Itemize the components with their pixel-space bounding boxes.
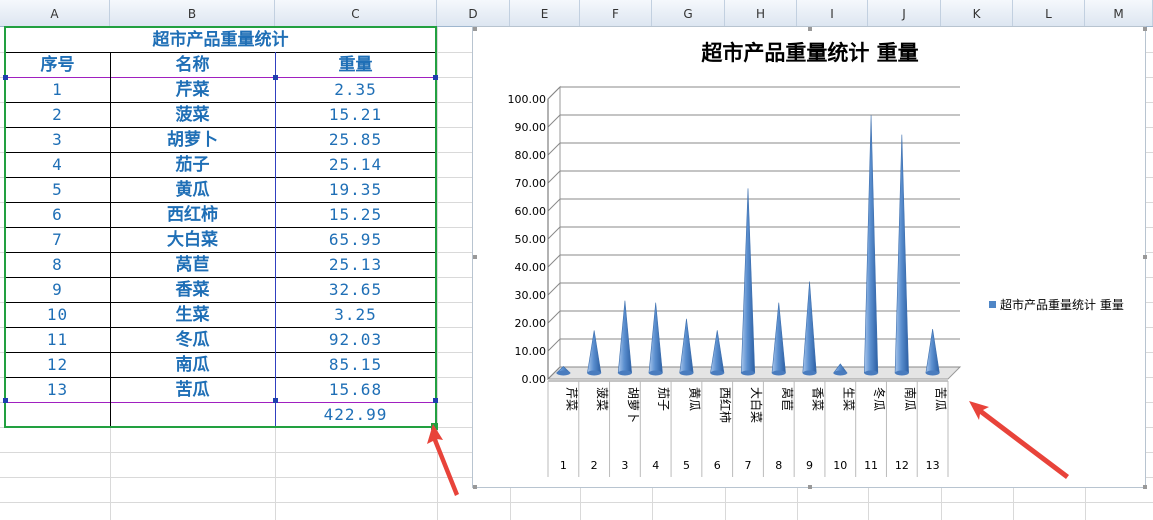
y-tick-label: 80.00 xyxy=(515,149,547,162)
y-tick-label: 30.00 xyxy=(515,289,547,302)
category-label: 南瓜 xyxy=(903,387,918,411)
cone-bar[interactable] xyxy=(802,281,817,374)
category-number: 1 xyxy=(560,459,567,472)
chart-resize-handle[interactable] xyxy=(1143,485,1147,489)
category-number: 6 xyxy=(714,459,721,472)
category-label: 香菜 xyxy=(811,387,825,411)
selection-handle xyxy=(433,398,438,403)
selection-handle xyxy=(273,398,278,403)
category-number: 9 xyxy=(806,459,813,472)
column-header-k[interactable]: K xyxy=(941,0,1013,26)
category-label: 茄子 xyxy=(657,387,671,411)
cone-bar[interactable] xyxy=(740,188,756,374)
category-label: 生菜 xyxy=(841,387,855,411)
chart-resize-handle[interactable] xyxy=(808,485,812,489)
column-header-g[interactable]: G xyxy=(652,0,725,26)
column-header-h[interactable]: H xyxy=(725,0,797,26)
cone-base xyxy=(833,370,848,376)
chart-resize-handle[interactable] xyxy=(473,255,477,259)
category-number: 5 xyxy=(683,459,690,472)
cone-bar[interactable] xyxy=(894,134,909,374)
cone-base xyxy=(710,370,724,376)
category-number: 7 xyxy=(745,459,752,472)
category-label: 黄瓜 xyxy=(687,387,701,411)
cone-base xyxy=(679,370,694,376)
column-header-c[interactable]: C xyxy=(275,0,437,26)
cone-base xyxy=(618,370,632,376)
column-header-e[interactable]: E xyxy=(510,0,580,26)
y-tick-label: 70.00 xyxy=(515,177,547,190)
category-number: 11 xyxy=(864,459,878,472)
cone-bar[interactable] xyxy=(925,329,940,374)
category-number: 4 xyxy=(652,459,659,472)
cone-bar[interactable] xyxy=(648,302,663,374)
column-header-a[interactable]: A xyxy=(0,0,110,26)
y-tick-label: 90.00 xyxy=(515,121,547,134)
category-label: 胡萝卜 xyxy=(626,387,640,423)
category-number: 8 xyxy=(775,459,782,472)
column-header-bar: ABCDEFGHIJKLM xyxy=(0,0,1153,27)
cone-base xyxy=(802,370,817,376)
legend-label[interactable]: 超市产品重量统计 重量 xyxy=(1000,297,1124,312)
category-label: 芹菜 xyxy=(564,387,578,411)
chart-resize-handle[interactable] xyxy=(808,27,812,31)
column-header-l[interactable]: L xyxy=(1013,0,1085,26)
category-label: 苦瓜 xyxy=(934,387,948,411)
cone-base xyxy=(925,370,940,376)
category-number: 10 xyxy=(833,459,847,472)
chart-resize-handle[interactable] xyxy=(1143,27,1147,31)
category-label: 大白菜 xyxy=(749,387,764,423)
y-tick-label: 50.00 xyxy=(515,233,547,246)
category-label: 冬瓜 xyxy=(872,387,887,411)
column-header-m[interactable]: M xyxy=(1085,0,1153,26)
cone-base xyxy=(741,370,755,376)
cone-bar[interactable] xyxy=(710,330,725,374)
y-tick-label: 100.00 xyxy=(508,93,547,106)
chart-resize-handle[interactable] xyxy=(473,485,477,489)
cone-base xyxy=(556,370,571,376)
cone-bar[interactable] xyxy=(679,318,694,374)
category-label: 莴苣 xyxy=(780,387,794,411)
selection-handle xyxy=(3,398,8,403)
y-tick-label: 0.00 xyxy=(522,373,547,386)
arrow-annotation-right xyxy=(969,401,1069,479)
cone-base xyxy=(772,370,786,376)
chart-resize-handle[interactable] xyxy=(473,27,477,31)
column-header-j[interactable]: J xyxy=(868,0,941,26)
y-tick-label: 40.00 xyxy=(515,261,547,274)
grid-line xyxy=(0,502,1153,503)
category-number: 2 xyxy=(591,459,598,472)
chart-resize-handle[interactable] xyxy=(1143,255,1147,259)
category-label: 西红柿 xyxy=(718,387,733,423)
chart-title[interactable]: 超市产品重量统计 重量 xyxy=(701,41,918,65)
column-header-i[interactable]: I xyxy=(797,0,868,26)
cone-base xyxy=(587,370,601,376)
category-number: 12 xyxy=(895,459,909,472)
legend-swatch xyxy=(989,301,996,308)
cone-bar[interactable] xyxy=(587,330,602,374)
category-label: 菠菜 xyxy=(595,387,609,411)
y-tick-label: 10.00 xyxy=(515,345,547,358)
cone-base xyxy=(864,370,878,376)
selection-handle xyxy=(433,75,438,80)
category-number: 3 xyxy=(621,459,628,472)
arrow-annotation-left xyxy=(427,424,459,496)
selection-handle xyxy=(3,75,8,80)
column-header-d[interactable]: D xyxy=(437,0,510,26)
selection-handle xyxy=(273,75,278,80)
cone-bar[interactable] xyxy=(771,302,786,374)
column-header-f[interactable]: F xyxy=(580,0,652,26)
cone-base xyxy=(895,370,909,376)
y-tick-label: 20.00 xyxy=(515,317,547,330)
column-header-b[interactable]: B xyxy=(110,0,275,26)
cone-base xyxy=(648,370,663,376)
selection-border xyxy=(4,26,437,428)
y-tick-label: 60.00 xyxy=(515,205,547,218)
cone-bar[interactable] xyxy=(863,115,879,374)
category-number: 13 xyxy=(926,459,940,472)
